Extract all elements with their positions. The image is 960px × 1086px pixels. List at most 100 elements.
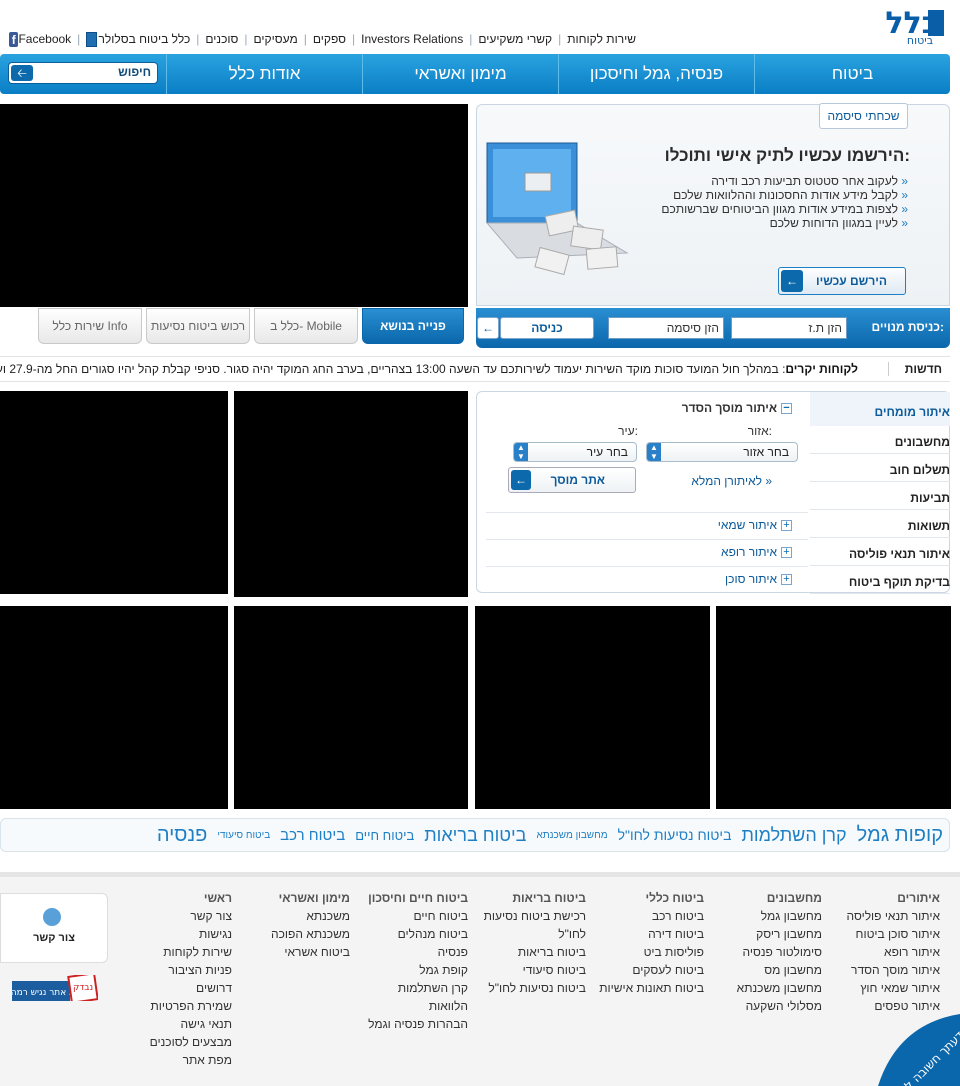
promo-block[interactable] xyxy=(0,391,228,594)
nav-insurance[interactable]: ביטוח xyxy=(754,54,950,94)
plus-icon[interactable]: + xyxy=(781,547,792,559)
footer-link[interactable]: ביטוח אשראי xyxy=(260,943,350,961)
footer-link[interactable]: נגישות xyxy=(142,925,232,943)
footer-link[interactable]: ביטוח מנהלים xyxy=(358,925,468,943)
tag-item[interactable]: ביטוח חיים xyxy=(355,828,414,843)
doctor-locator[interactable]: איתור רופא + xyxy=(721,545,792,559)
footer-link[interactable]: ביטוח רכב xyxy=(584,907,704,925)
logo[interactable]: כלל ביטוח xyxy=(850,6,946,47)
footer-link[interactable]: ביטוח תאונות אישיות xyxy=(584,979,704,997)
forgot-password-link[interactable]: שכחתי סיסמה xyxy=(819,103,908,129)
full-locator-link[interactable]: לאיתורן המלא » xyxy=(691,474,772,488)
toplink-customer-service[interactable]: שירות לקוחות xyxy=(567,32,636,46)
footer-link[interactable]: מסלולי השקעה xyxy=(722,997,822,1015)
locator-item-returns[interactable]: תשואות xyxy=(810,510,950,538)
tag-item[interactable]: קופות גמל xyxy=(857,824,943,847)
area-select[interactable]: ▲ ▼ בחר אזור xyxy=(646,442,798,462)
footer-link[interactable]: מבצעים לסוכנים xyxy=(142,1033,232,1051)
footer-link[interactable]: ביטוח סיעודי xyxy=(466,961,586,979)
footer-link[interactable]: משכנתא xyxy=(260,907,350,925)
promo-block[interactable] xyxy=(716,606,951,809)
footer-link[interactable]: ביטוח בריאות xyxy=(466,943,586,961)
contact-button[interactable]: צור קשר xyxy=(0,893,108,963)
locator-item-calculators[interactable]: מחשבונים xyxy=(810,426,950,454)
id-input[interactable]: הזן ת.ז xyxy=(731,317,847,339)
footer-link[interactable]: צור קשר xyxy=(142,907,232,925)
footer-link[interactable]: קופת גמל xyxy=(358,961,468,979)
footer-link[interactable]: איתור רופא xyxy=(830,943,940,961)
toplink-investor-relations-he[interactable]: קשרי משקיעים xyxy=(478,32,552,46)
footer-link[interactable]: פנסיה xyxy=(358,943,468,961)
locator-item-validity[interactable]: בדיקת תוקף ביטוח xyxy=(810,566,950,594)
tab-info-service[interactable]: שירות כלל Info xyxy=(38,308,142,344)
footer-link[interactable]: איתור סוכן ביטוח xyxy=(830,925,940,943)
nav-about[interactable]: אודות כלל xyxy=(166,54,362,94)
footer-link[interactable]: הבהרות פנסיה וגמל xyxy=(358,1015,468,1033)
footer-link[interactable]: ביטוח לעסקים xyxy=(584,961,704,979)
promo-block[interactable] xyxy=(0,606,228,809)
footer-link[interactable]: איתור מוסך הסדר xyxy=(830,961,940,979)
locator-item-debt-payment[interactable]: תשלום חוב xyxy=(810,454,950,482)
tag-item[interactable]: ביטוח נסיעות לחו"ל xyxy=(618,827,732,843)
tag-item[interactable]: מחשבון משכנתא xyxy=(536,830,607,841)
video-player[interactable] xyxy=(0,104,468,307)
tag-item[interactable]: ביטוח סיעודי xyxy=(217,830,270,841)
footer-link[interactable]: קרן השתלמות xyxy=(358,979,468,997)
tag-item[interactable]: ביטוח רכב xyxy=(280,827,345,844)
footer-link[interactable]: סימולטור פנסיה xyxy=(722,943,823,961)
city-select[interactable]: ▲ ▼ בחר עיר xyxy=(513,442,637,462)
find-garage-button[interactable]: ← אתר מוסך xyxy=(508,467,636,493)
toplink-investor-relations[interactable]: Investors Relations xyxy=(361,32,463,46)
accessibility-badge[interactable]: אתר נגיש רמה A נבדק xyxy=(11,972,99,1004)
promo-block[interactable] xyxy=(234,391,468,597)
footer-link[interactable]: איתור טפסים xyxy=(830,997,940,1015)
appraiser-locator[interactable]: איתור שמאי + xyxy=(718,518,792,532)
footer-link[interactable]: מחשבון משכנתא xyxy=(722,979,822,997)
minus-icon[interactable]: − xyxy=(781,403,792,415)
promo-block[interactable] xyxy=(234,606,468,809)
footer-link[interactable]: דרושים xyxy=(142,979,232,997)
toplink-suppliers[interactable]: ספקים xyxy=(313,32,346,46)
footer-link[interactable]: שירות לקוחות xyxy=(142,943,232,961)
tab-claim-inquiry[interactable]: פנייה בנושא תביעה xyxy=(362,308,464,367)
footer-link[interactable]: מחשבון מס xyxy=(722,961,822,979)
tab-travel-insurance[interactable]: רכוש ביטוח נסיעות xyxy=(146,308,250,344)
tag-item[interactable]: ביטוח בריאות xyxy=(424,825,526,846)
footer-link[interactable]: ביטוח נסיעות לחו"ל xyxy=(466,979,586,997)
tab-mobile[interactable]: כלל ב- Mobile xyxy=(254,308,358,344)
nav-pension[interactable]: פנסיה, גמל וחיסכון xyxy=(558,54,754,94)
toplink-mobile[interactable]: כלל ביטוח בסלולר xyxy=(99,32,191,46)
password-input[interactable]: הזן סיסמה xyxy=(608,317,724,339)
footer-link[interactable]: הלוואות xyxy=(358,997,468,1015)
footer-link[interactable]: מפת אתר xyxy=(142,1051,232,1069)
toplink-agents[interactable]: סוכנים xyxy=(205,32,238,46)
tag-item[interactable]: פנסיה xyxy=(157,824,208,847)
promo-block[interactable] xyxy=(475,606,710,809)
footer-link[interactable]: פניות הציבור xyxy=(142,961,232,979)
facebook-icon[interactable]: f xyxy=(9,31,19,47)
footer-link[interactable]: שמירת הפרטיות xyxy=(142,997,233,1015)
register-button[interactable]: ← הירשם עכשיו xyxy=(778,267,906,295)
toplink-employers[interactable]: מעסיקים xyxy=(254,32,298,46)
plus-icon[interactable]: + xyxy=(781,574,792,586)
plus-icon[interactable]: + xyxy=(781,520,792,532)
agent-locator[interactable]: איתור סוכן + xyxy=(725,572,792,586)
locator-item-claims[interactable]: תביעות xyxy=(810,482,950,510)
feedback-corner[interactable]: דעתך חשובה לנו xyxy=(878,1014,960,1086)
footer-link[interactable]: איתור שמאי חוץ xyxy=(830,979,940,997)
footer-link[interactable]: משכנתא הפוכה xyxy=(260,925,350,943)
footer-link[interactable]: מחשבון ריסק xyxy=(722,925,822,943)
footer-link[interactable]: רכישת ביטוח נסיעות לחו"ל xyxy=(466,907,586,943)
search-arrow-icon[interactable]: 🡠 xyxy=(11,65,33,81)
toplink-facebook[interactable]: Facebook xyxy=(18,32,71,46)
tag-item[interactable]: קרן השתלמות xyxy=(741,825,846,846)
footer-link[interactable]: ביטוח חיים xyxy=(358,907,468,925)
news-text[interactable]: לקוחות יקרים: במהלך חול המועד סוכות מוקד… xyxy=(0,362,858,376)
footer-link[interactable]: איתור תנאי פוליסה xyxy=(830,907,940,925)
footer-link[interactable]: פוליסות ביט xyxy=(584,943,704,961)
footer-link[interactable]: מחשבון גמל xyxy=(722,907,822,925)
footer-link[interactable]: תנאי גישה xyxy=(142,1015,232,1033)
garage-locator-title[interactable]: איתור מוסך הסדר − xyxy=(682,401,792,415)
nav-finance[interactable]: מימון ואשראי xyxy=(362,54,558,94)
mobile-phone-icon[interactable] xyxy=(86,31,97,47)
